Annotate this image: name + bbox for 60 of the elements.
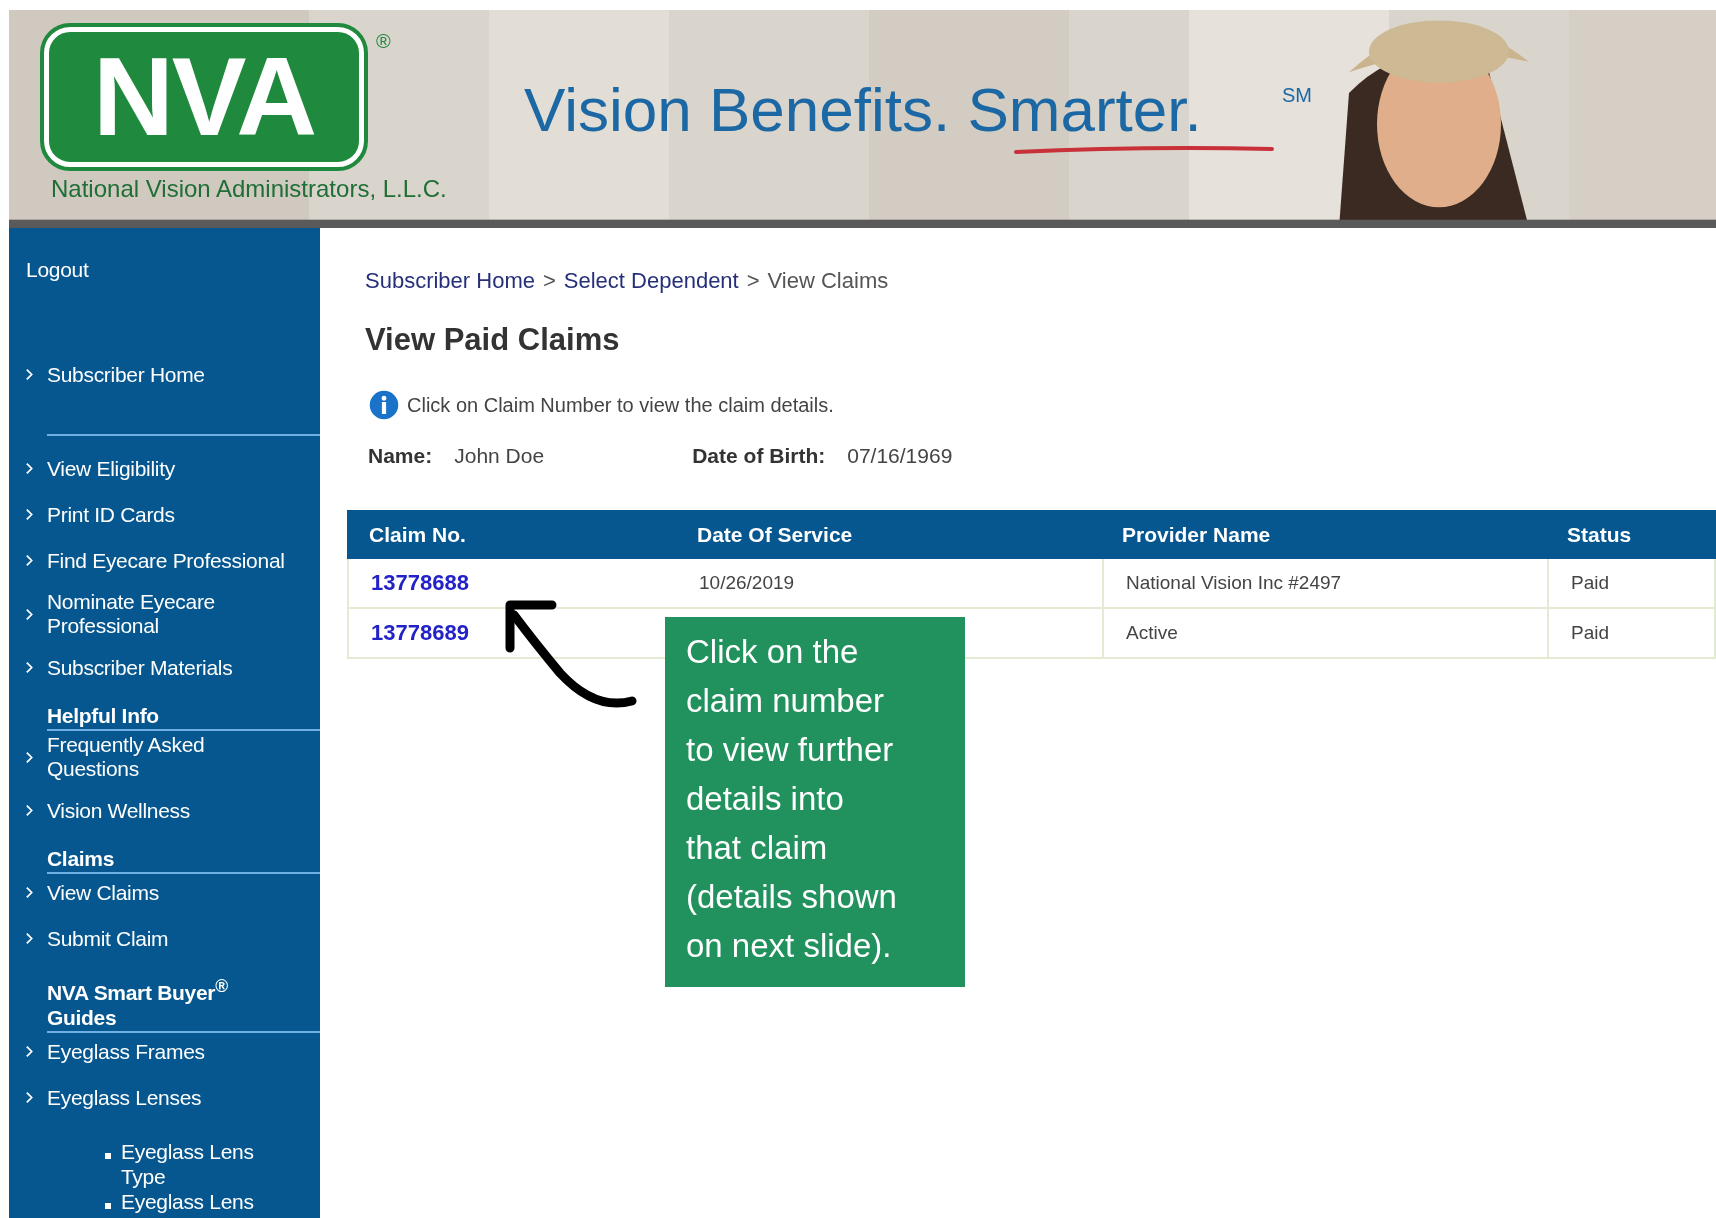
table-cell: Active — [1126, 622, 1178, 644]
bullet-icon — [105, 1153, 111, 1159]
section-heading: Helpful Info — [47, 703, 159, 728]
sidebar-link[interactable]: View Eligibility — [47, 456, 175, 481]
field-label: Date of Birth: — [692, 444, 826, 468]
member-name: John Doe — [454, 444, 546, 468]
sidebar-link[interactable]: Eyeglass Frames — [47, 1039, 205, 1064]
sidebar-link[interactable]: Eyeglass Lens — [121, 1189, 254, 1214]
breadcrumb-separator: > — [746, 268, 760, 294]
chevron-icon — [25, 661, 34, 674]
table-cell: Paid — [1571, 622, 1610, 644]
sidebar-link[interactable]: Eyeglass Lens Type — [121, 1139, 281, 1189]
field-label: Name: — [368, 444, 433, 468]
chevron-icon — [25, 804, 34, 817]
column-header: Provider Name — [1121, 522, 1272, 547]
chevron-icon — [25, 462, 34, 475]
info-message: Click on Claim Number to view the claim details. — [407, 393, 834, 417]
company-name: National Vision Administrators, L.L.C. — [51, 175, 447, 203]
sidebar-link[interactable]: Subscriber Home — [47, 362, 205, 387]
chevron-icon — [25, 886, 34, 899]
sidebar-link[interactable]: Eyeglass Lenses — [47, 1085, 202, 1110]
claim-link[interactable]: 13778689 — [371, 620, 469, 646]
birth-date: 07/16/1969 — [847, 444, 953, 468]
sidebar-link[interactable]: View Claims — [47, 880, 159, 905]
claim-link[interactable]: 13778688 — [371, 570, 469, 596]
sidebar-link[interactable]: Submit Claim — [47, 926, 169, 951]
chevron-icon — [25, 368, 34, 381]
column-header: Claim No. — [368, 522, 467, 547]
page-title: View Paid Claims — [365, 322, 621, 358]
breadcrumb-current: View Claims — [767, 268, 889, 294]
chevron-icon — [25, 750, 34, 764]
breadcrumb-separator: > — [542, 268, 556, 294]
sidebar-link[interactable]: Nominate Eyecare Professional — [47, 590, 215, 638]
sidebar-link[interactable]: Frequently Asked Questions — [47, 733, 205, 781]
table-cell: Paid — [1571, 572, 1610, 594]
sidebar-link[interactable]: Subscriber Materials — [47, 655, 233, 680]
chevron-icon — [25, 1045, 34, 1058]
info-icon — [369, 390, 399, 420]
registered-mark: ® — [376, 30, 391, 53]
chevron-icon — [25, 932, 34, 945]
breadcrumb-link[interactable]: Select Dependent — [563, 268, 739, 294]
callout: Click on the claim number to view further details into that claim (details shown on next slide). — [665, 617, 965, 987]
table-cell: National Vision Inc #2497 — [1126, 572, 1342, 594]
sidebar-link[interactable]: Logout — [26, 258, 89, 282]
sidebar-link[interactable]: Vision Wellness — [47, 798, 190, 823]
chevron-icon — [25, 508, 34, 521]
slogan: Vision Benefits. Smarter. — [524, 74, 1202, 145]
sidebar-link[interactable]: Find Eyecare Professional — [47, 548, 285, 573]
chevron-icon — [25, 607, 34, 621]
chevron-icon — [25, 1091, 34, 1104]
section-heading: Claims — [47, 846, 115, 871]
bullet-icon — [105, 1203, 111, 1209]
service-mark: SM — [1282, 84, 1312, 107]
column-header: Status — [1566, 522, 1633, 547]
breadcrumb-link[interactable]: Subscriber Home — [365, 268, 535, 294]
section-heading: NVA Smart Buyer$^{®}$ Guides — [47, 975, 228, 1030]
column-header: Date Of Service — [696, 522, 854, 547]
table-cell: 10/26/2019 — [699, 572, 795, 594]
chevron-icon — [25, 554, 34, 567]
sidebar-link[interactable]: Print ID Cards — [47, 502, 175, 527]
